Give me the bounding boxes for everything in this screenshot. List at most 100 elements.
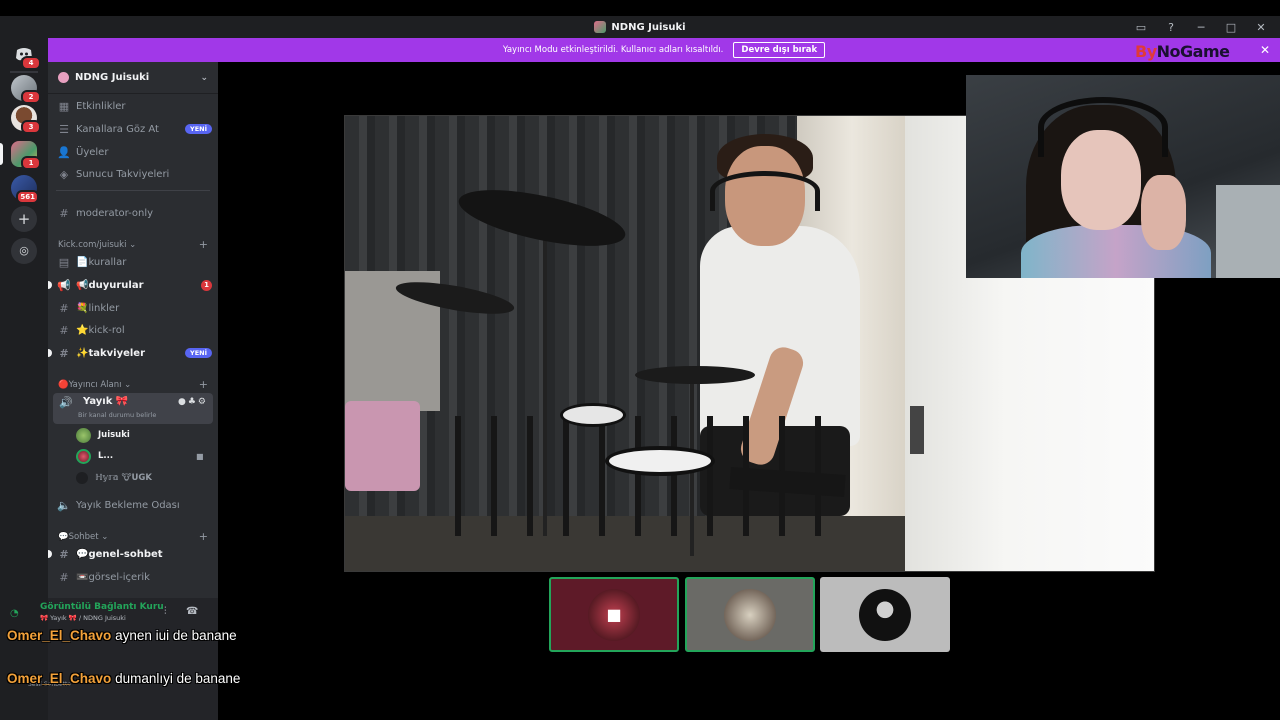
- channel-kick-rol[interactable]: # ⭐kick-rol: [56, 320, 212, 340]
- chat-text: aynen iui de banane: [115, 628, 237, 643]
- channel-takviyeler[interactable]: # ✨takviyeler YENİ: [48, 343, 212, 363]
- webcam-headphones: [1038, 97, 1168, 157]
- maximize-icon[interactable]: □: [1222, 21, 1240, 34]
- avatar: [76, 427, 91, 443]
- hash-icon: #: [59, 570, 69, 584]
- invite-icon[interactable]: ♣: [188, 397, 198, 407]
- browse-icon: ☰: [59, 122, 69, 136]
- active-server-pill: [0, 143, 3, 165]
- inbox-icon[interactable]: ▭: [1132, 21, 1150, 34]
- chevron-down-icon: ⌄: [121, 379, 132, 390]
- sidebar-item-browse[interactable]: ☰ Kanallara Göz At YENİ: [56, 119, 212, 139]
- dm-avatar-1[interactable]: 2: [11, 75, 41, 104]
- chevron-down-icon: ⌄: [98, 531, 109, 542]
- channel-label: moderator-only: [76, 207, 154, 219]
- participant-tile[interactable]: [685, 577, 815, 652]
- chat-icon[interactable]: ●: [178, 397, 188, 407]
- stream-chat-message: Omer_El_Chavo aynen iui de banane: [7, 626, 247, 645]
- camera-icon: ■: [196, 451, 204, 461]
- streamer-mode-banner: Yayıncı Modu etkinleştirildi. Kullanıcı …: [48, 38, 1280, 62]
- drum-pad: [605, 446, 715, 476]
- voice-user[interactable]: L... ■: [76, 447, 204, 465]
- mention-badge: 1: [201, 279, 212, 291]
- unread-indicator: [48, 349, 52, 357]
- video-stage: ■: [218, 62, 1280, 720]
- rail-divider: [10, 71, 38, 73]
- signal-icon[interactable]: ◔: [10, 608, 19, 619]
- voice-channel-yayik[interactable]: 🔊 Yayık 🎀 Bir kanal durumu belirle ●♣⚙: [53, 393, 213, 424]
- home-badge: 4: [21, 56, 41, 70]
- add-channel-icon[interactable]: +: [199, 238, 208, 251]
- category-label: Kick.com/juisuki: [58, 239, 127, 250]
- bynogame-logo: ByNoGame: [1135, 42, 1230, 61]
- channel-moderator-only[interactable]: # moderator-only: [56, 203, 212, 223]
- participant-tile[interactable]: [820, 577, 950, 652]
- webcam-hand: [1141, 175, 1186, 250]
- voice-user-name: Juisuki: [98, 430, 130, 440]
- sidebar-item-members[interactable]: 👤 Üyeler: [56, 142, 212, 162]
- category-sohbet[interactable]: 💬Sohbet ⌄ +: [58, 530, 208, 543]
- channel-duyurular[interactable]: 📢 📢duyurular 1: [48, 275, 212, 295]
- voice-user[interactable]: Juisuki: [76, 426, 130, 444]
- calendar-icon: ▦: [58, 99, 70, 113]
- ndng-badge: 1: [21, 156, 41, 170]
- server-ndng-icon[interactable]: 1: [11, 141, 41, 170]
- unread-indicator: [48, 550, 52, 558]
- drum-pad: [560, 403, 626, 427]
- add-server-icon[interactable]: +: [11, 206, 37, 232]
- participant-tiles: ■: [549, 577, 951, 652]
- channel-label: ✨takviyeler: [76, 347, 146, 359]
- video-camera-icon: ■: [588, 588, 640, 641]
- sidebar-item-boosts[interactable]: ◈ Sunucu Takviyeleri: [56, 164, 212, 184]
- guild-icon: [58, 72, 69, 83]
- noise-suppression-icon[interactable]: ⫶: [164, 606, 167, 617]
- voice-connection-panel: ◔ Görüntülü Bağlantı Kuru 🎀 Yayık 🎀 / ND…: [10, 598, 218, 720]
- category-yayinci[interactable]: 🔴Yayıncı Alanı ⌄ +: [58, 378, 208, 391]
- channel-label: 💬genel-sohbet: [76, 548, 163, 560]
- disable-streamer-mode-button[interactable]: Devre dışı bırak: [733, 42, 826, 58]
- channel-genel-sohbet[interactable]: # 💬genel-sohbet: [48, 544, 212, 564]
- dm-avatar-2[interactable]: 3: [11, 105, 41, 134]
- category-kick[interactable]: Kick.com/juisuki ⌄ +: [58, 238, 208, 251]
- chat-text: dumanlıyi de banane: [115, 671, 241, 686]
- disconnect-icon[interactable]: ☎: [186, 606, 198, 617]
- settings-icon[interactable]: ⚙: [198, 397, 208, 407]
- channel-kurallar[interactable]: ▤ 📄kurallar: [56, 252, 212, 272]
- video-headphones: [710, 171, 820, 211]
- rules-icon: ▤: [58, 255, 70, 269]
- members-icon: 👤: [57, 145, 71, 159]
- hash-icon: #: [59, 323, 69, 337]
- window-controls: ▭ ? ─ □ ✕: [1132, 16, 1270, 38]
- category-label: 💬Sohbet: [58, 531, 99, 542]
- guild-header[interactable]: NDNG Juisuki ⌄: [48, 62, 218, 94]
- participant-tile[interactable]: ■: [549, 577, 679, 652]
- speaker-icon: 🔊: [59, 396, 73, 409]
- sidebar-item-events[interactable]: ▦ Etkinlikler: [56, 96, 212, 116]
- sidebar-item-label: Etkinlikler: [76, 100, 126, 112]
- window-title: NDNG Juisuki: [611, 21, 686, 33]
- close-window-icon[interactable]: ✕: [1252, 21, 1270, 34]
- discord-home-icon[interactable]: 4: [11, 41, 41, 70]
- add-channel-icon[interactable]: +: [199, 530, 208, 543]
- connection-status[interactable]: Görüntülü Bağlantı Kuru: [40, 602, 164, 612]
- sidebar-divider: [56, 190, 210, 191]
- new-tag: YENİ: [184, 124, 212, 134]
- channel-label: ⭐kick-rol: [76, 324, 125, 336]
- voice-channel-status[interactable]: Bir kanal durumu belirle: [78, 411, 156, 419]
- chevron-down-icon: ⌄: [200, 72, 208, 83]
- channel-linkler[interactable]: # 💐linkler: [56, 298, 212, 318]
- help-icon[interactable]: ?: [1162, 21, 1180, 34]
- explore-icon[interactable]: ◎: [11, 238, 37, 264]
- server-4-icon[interactable]: 561: [11, 175, 39, 204]
- add-channel-icon[interactable]: +: [199, 378, 208, 391]
- dm-1-badge: 2: [21, 90, 41, 104]
- voice-user[interactable]: ℍ𝕪𝕣𝕒 🐮UGK: [76, 469, 152, 487]
- banner-close-icon[interactable]: ✕: [1260, 43, 1270, 57]
- channel-gorsel-icerik[interactable]: # 📼görsel-içerik: [56, 567, 212, 587]
- voice-channel-waiting[interactable]: 🔈 Yayık Bekleme Odası: [56, 495, 212, 515]
- avatar: [859, 588, 911, 641]
- minimize-icon[interactable]: ─: [1192, 21, 1210, 34]
- channel-label: 💐linkler: [76, 302, 120, 314]
- voice-user-name: L...: [98, 451, 114, 461]
- avatar: [724, 588, 776, 641]
